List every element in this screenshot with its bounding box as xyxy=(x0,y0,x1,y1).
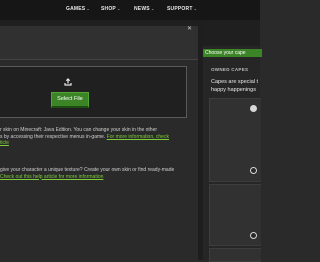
capes-description: Capes are special t happy happenings xyxy=(211,78,271,94)
chevron-down-icon: ⌄ xyxy=(150,6,155,11)
create-skin-description: give your character a unique texture? Cr… xyxy=(0,167,190,180)
cape-radio-2[interactable] xyxy=(250,167,257,174)
sidebar-top-box xyxy=(203,20,260,46)
chevron-down-icon: ⌄ xyxy=(193,6,198,11)
nav-shop[interactable]: SHOP⌄ xyxy=(101,6,121,12)
skin-description: r skin on Minecraft: Java Edition. You c… xyxy=(0,127,190,147)
nav-news[interactable]: NEWS⌄ xyxy=(134,6,154,12)
capes-description-line-1: Capes are special t xyxy=(211,79,259,85)
help-article-link[interactable]: For more information, check xyxy=(107,134,169,140)
panel-close-icon[interactable]: ✕ xyxy=(187,25,192,32)
owned-capes-heading: OWNED CAPES xyxy=(211,67,249,72)
nav-shop-label: SHOP xyxy=(101,6,116,12)
description-line-2: s by accessing their respective menus in… xyxy=(0,133,107,140)
help-article-link-end[interactable]: ticle xyxy=(0,140,9,146)
skin-upload-dropzone[interactable]: Select File xyxy=(0,66,187,118)
create-skin-help-link[interactable]: Check out this help article for more inf… xyxy=(0,174,103,180)
upload-icon xyxy=(64,78,72,86)
cape-radio-1[interactable] xyxy=(250,105,257,112)
chevron-down-icon: ⌄ xyxy=(86,6,90,11)
nav-support-label: SUPPORT xyxy=(167,6,193,12)
nav-games[interactable]: GAMES⌄ xyxy=(66,6,90,12)
choose-cape-heading: Choose your cape xyxy=(203,49,262,57)
nav-support[interactable]: SUPPORT⌄ xyxy=(167,6,197,12)
skin-preview-panel: ✕ xyxy=(0,20,198,60)
panel-header-strip xyxy=(0,20,198,26)
cape-radio-3[interactable] xyxy=(250,232,257,239)
nav-news-label: NEWS xyxy=(134,6,150,12)
nav-games-label: GAMES xyxy=(66,6,86,12)
top-navigation: GAMES⌄ SHOP⌄ NEWS⌄ SUPPORT⌄ xyxy=(0,0,260,20)
chevron-down-icon: ⌄ xyxy=(116,6,121,11)
capes-description-line-2: happy happenings xyxy=(211,87,256,93)
select-file-button[interactable]: Select File xyxy=(51,92,89,108)
